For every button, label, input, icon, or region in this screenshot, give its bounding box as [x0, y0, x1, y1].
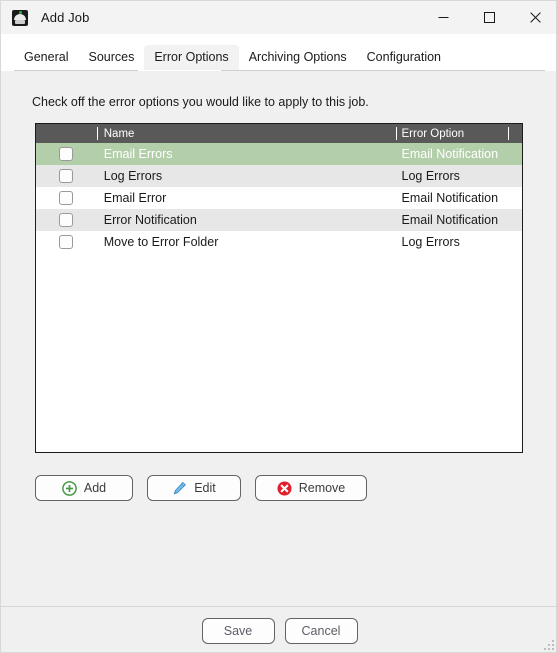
add-job-window: Add Job General Sources Error Options Ar…: [0, 0, 557, 653]
remove-button[interactable]: Remove: [255, 475, 367, 501]
table-row[interactable]: Error Notification Email Notification: [36, 209, 522, 231]
column-separator-icon: [395, 127, 397, 140]
error-options-grid[interactable]: Name Error Option Email Errors Email Not…: [35, 123, 523, 453]
remove-circle-icon: [277, 481, 292, 495]
grid-header-name-label: Name: [103, 127, 135, 140]
row-name: Error Notification: [103, 213, 197, 227]
tab-list: General Sources Error Options Archiving …: [14, 44, 451, 71]
row-checkbox[interactable]: [58, 191, 73, 205]
column-separator-icon: [96, 127, 98, 140]
row-error-option: Email Notification: [401, 191, 499, 205]
grid-header: Name Error Option: [36, 124, 522, 143]
table-row[interactable]: Log Errors Log Errors: [36, 165, 522, 187]
row-name: Email Error: [103, 191, 167, 205]
add-button-label: Add: [83, 481, 107, 495]
grid-header-error-option[interactable]: Error Option: [395, 124, 503, 143]
grid-header-name[interactable]: Name: [96, 124, 395, 143]
title-bar: Add Job: [1, 1, 556, 34]
grid-action-buttons: Add Edit Remove: [35, 475, 367, 501]
instruction-text: Check off the error options you would li…: [32, 95, 369, 109]
edit-button[interactable]: Edit: [147, 475, 241, 501]
maximize-icon[interactable]: [466, 1, 512, 34]
row-error-option: Email Notification: [401, 213, 499, 227]
pencil-icon: [173, 481, 187, 494]
row-checkbox-cell[interactable]: [36, 147, 96, 161]
table-row[interactable]: Move to Error Folder Log Errors: [36, 231, 522, 253]
cancel-button[interactable]: Cancel: [284, 618, 358, 644]
table-row[interactable]: Email Errors Email Notification: [36, 143, 522, 165]
add-circle-icon: [62, 480, 77, 496]
row-name: Log Errors: [103, 169, 163, 183]
grid-header-check: [36, 124, 96, 143]
close-icon[interactable]: [512, 1, 556, 34]
window-controls: [420, 1, 556, 34]
edit-button-label: Edit: [194, 481, 216, 495]
row-checkbox-cell[interactable]: [36, 213, 96, 227]
row-checkbox-cell[interactable]: [36, 235, 96, 249]
tab-archiving-options[interactable]: Archiving Options: [239, 45, 357, 71]
tab-sources[interactable]: Sources: [78, 45, 144, 71]
column-separator-icon: [508, 127, 510, 140]
save-button[interactable]: Save: [201, 618, 275, 644]
resize-grip[interactable]: [542, 638, 554, 650]
row-checkbox[interactable]: [58, 169, 73, 183]
row-checkbox-cell[interactable]: [36, 191, 96, 205]
row-error-option: Log Errors: [401, 169, 460, 183]
footer-buttons: Save Cancel: [1, 618, 556, 644]
window-title: Add Job: [41, 10, 90, 25]
dialog-footer: Save Cancel: [1, 607, 556, 652]
row-name: Email Errors: [103, 147, 173, 161]
row-checkbox[interactable]: [58, 213, 73, 227]
add-button[interactable]: Add: [35, 475, 133, 501]
error-options-panel: Check off the error options you would li…: [1, 71, 556, 606]
row-checkbox-cell[interactable]: [36, 169, 96, 183]
minimize-icon[interactable]: [420, 1, 466, 34]
row-error-option: Log Errors: [401, 235, 460, 249]
grid-body: Email Errors Email Notification Log Erro…: [36, 143, 522, 253]
tab-error-options[interactable]: Error Options: [144, 45, 239, 71]
grid-header-tail[interactable]: [502, 124, 522, 143]
app-dome-icon: [12, 9, 28, 26]
row-error-option: Email Notification: [401, 147, 499, 161]
tab-general[interactable]: General: [14, 45, 78, 71]
remove-button-label: Remove: [298, 481, 346, 495]
row-name: Move to Error Folder: [103, 235, 219, 249]
tab-configuration[interactable]: Configuration: [357, 45, 451, 71]
grid-header-error-option-label: Error Option: [401, 127, 465, 140]
tab-strip: General Sources Error Options Archiving …: [1, 34, 556, 71]
row-checkbox[interactable]: [58, 147, 73, 161]
table-row[interactable]: Email Error Email Notification: [36, 187, 522, 209]
row-checkbox[interactable]: [58, 235, 73, 249]
